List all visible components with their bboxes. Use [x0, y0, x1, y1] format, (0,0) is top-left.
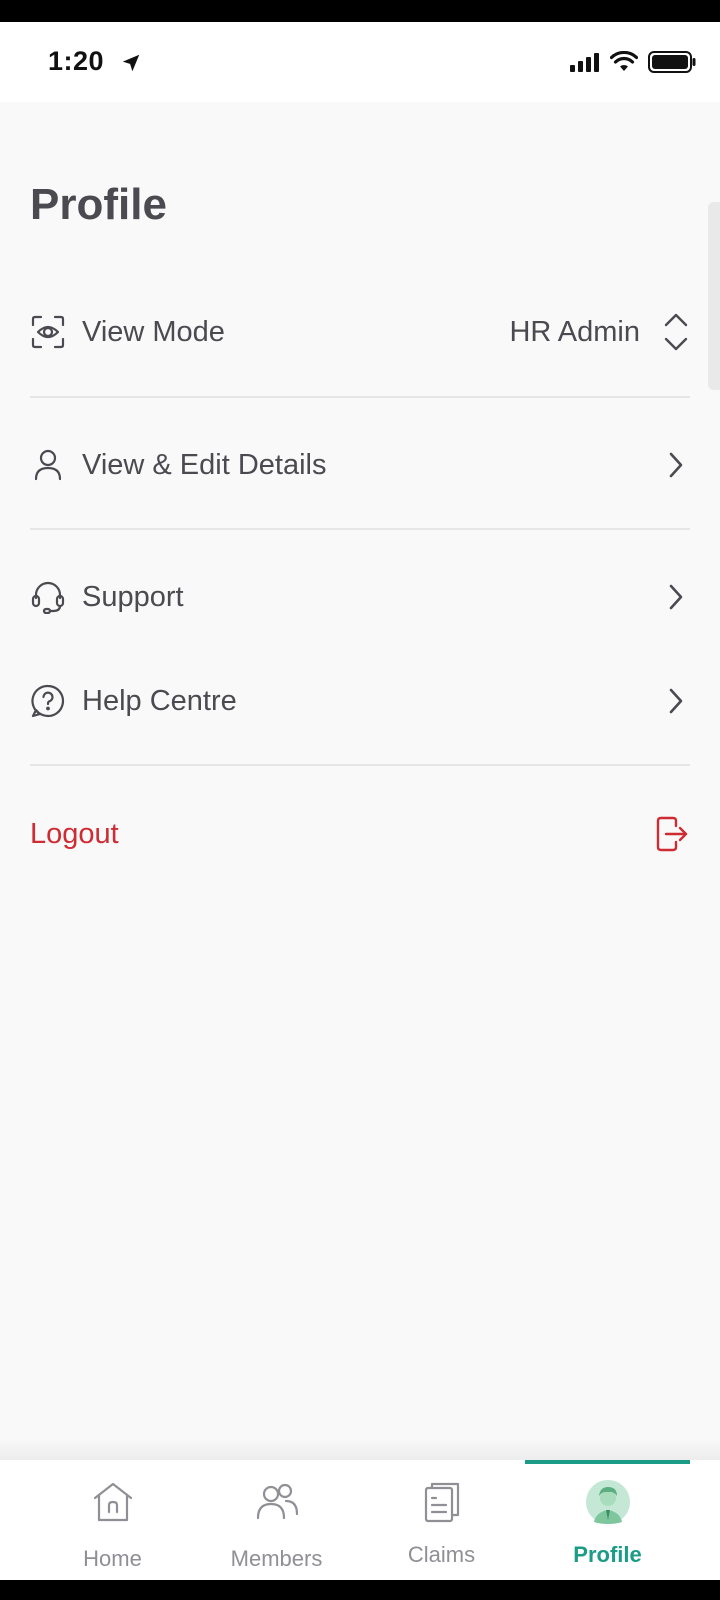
view-mode-value[interactable]: HR Admin: [509, 316, 640, 349]
help-centre-label: Help Centre: [82, 684, 237, 717]
wifi-icon: [610, 51, 638, 71]
tab-profile[interactable]: Profile: [525, 1460, 690, 1580]
location-arrow-icon: [122, 54, 140, 72]
tab-home-label: Home: [83, 1546, 142, 1571]
edit-details-row[interactable]: View & Edit Details: [30, 425, 690, 505]
tab-claims[interactable]: Claims: [359, 1460, 524, 1580]
support-label: Support: [82, 580, 184, 613]
logout-label: Logout: [30, 817, 119, 850]
bottom-tab-bar: Home Members Claims Profile: [0, 1460, 720, 1580]
question-circle-icon: [30, 683, 66, 719]
active-tab-indicator: [525, 1460, 690, 1464]
tab-members-label: Members: [230, 1546, 323, 1571]
tab-home[interactable]: Home: [30, 1460, 195, 1580]
tab-members[interactable]: Members: [194, 1460, 359, 1580]
tabbar-shadow: [0, 1438, 720, 1460]
battery-icon: [648, 51, 696, 73]
status-time: 1:20: [48, 46, 105, 76]
claims-icon: [424, 1482, 459, 1523]
edit-details-label: View & Edit Details: [82, 448, 327, 481]
top-black-bar: [0, 0, 720, 22]
bottom-black-bar: [0, 1580, 720, 1600]
chevron-right-icon: [662, 447, 690, 483]
eye-icon: [30, 314, 66, 350]
scroll-indicator[interactable]: [708, 202, 720, 390]
user-icon: [30, 447, 66, 483]
chevron-right-icon: [662, 579, 690, 615]
status-bar: 1:20: [0, 22, 720, 102]
tab-claims-label: Claims: [407, 1542, 476, 1567]
chevron-up-down-icon[interactable]: [662, 313, 690, 351]
profile-avatar-icon: [585, 1480, 630, 1524]
divider: [30, 528, 690, 530]
view-mode-label: View Mode: [82, 315, 225, 348]
divider: [30, 764, 690, 766]
logout-icon[interactable]: [654, 816, 690, 852]
cellular-signal-icon: [570, 53, 599, 72]
home-icon: [93, 1482, 132, 1522]
support-row[interactable]: Support: [30, 557, 690, 637]
members-icon: [256, 1483, 298, 1520]
help-centre-row[interactable]: Help Centre: [30, 661, 690, 741]
page-title: Profile: [30, 180, 167, 229]
headset-icon: [30, 579, 66, 615]
logout-row[interactable]: Logout: [30, 794, 690, 874]
chevron-right-icon: [662, 683, 690, 719]
status-icons: [570, 50, 696, 74]
tab-profile-label: Profile: [573, 1542, 642, 1567]
divider: [30, 396, 690, 398]
view-mode-row[interactable]: View Mode HR Admin: [30, 292, 690, 372]
